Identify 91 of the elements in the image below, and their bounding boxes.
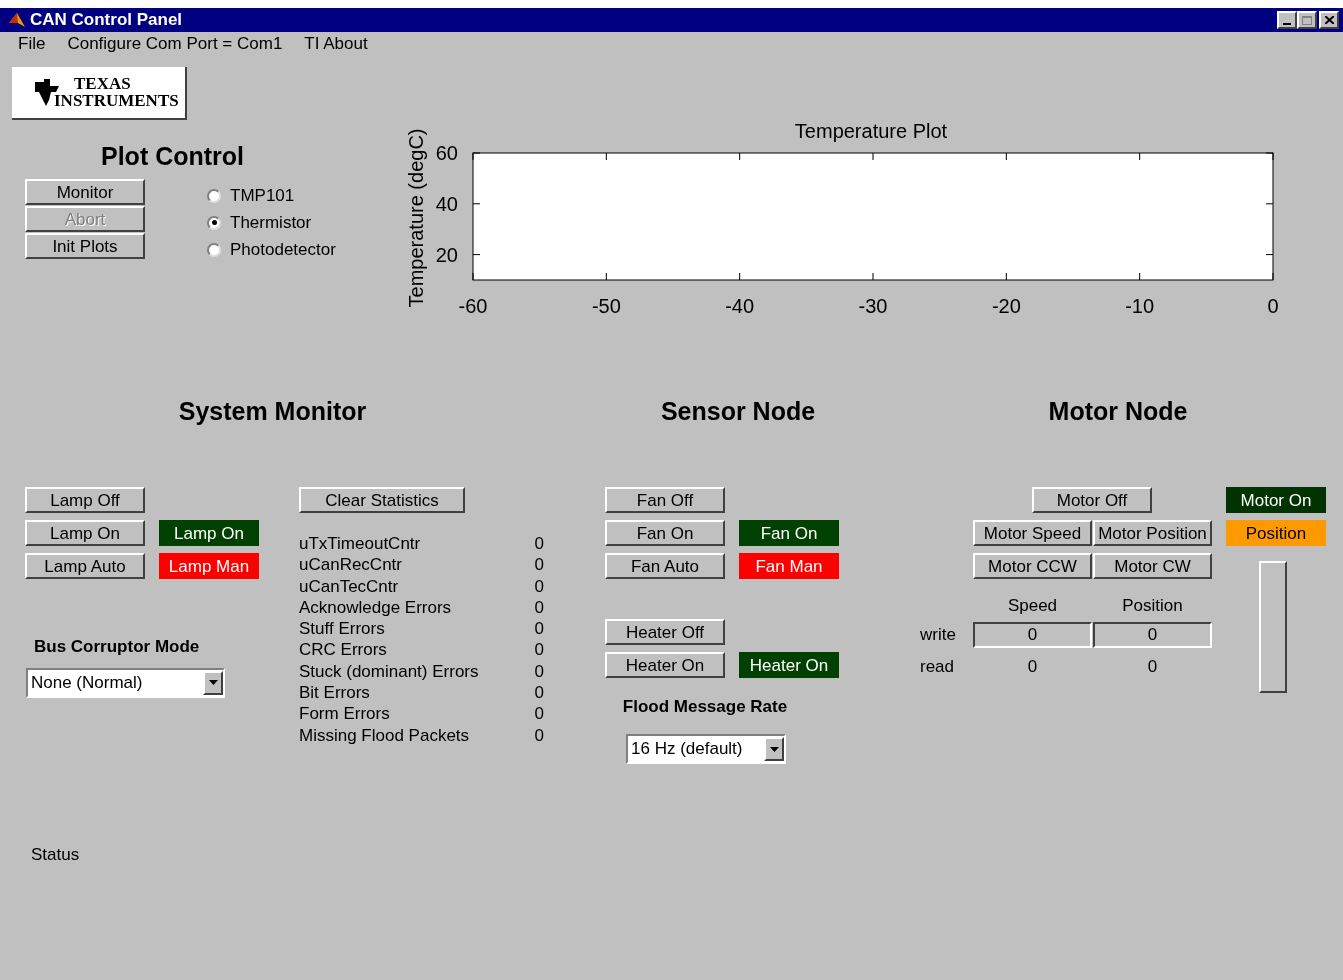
push-button[interactable]: Lamp On	[25, 520, 145, 546]
dropdown[interactable]: 16 Hz (default)	[626, 734, 786, 764]
push-button[interactable]: Lamp Auto	[25, 553, 145, 579]
stat-value: 0	[534, 575, 544, 598]
column-heading: Position	[1121, 595, 1184, 617]
push-button[interactable]: Motor CW	[1093, 553, 1212, 579]
status-indicator: Motor On	[1226, 487, 1326, 513]
input-field[interactable]: 0	[1093, 621, 1212, 648]
field-label: Bus Corruptor Mode	[34, 636, 201, 658]
close-button[interactable]	[1319, 11, 1339, 29]
radio-button[interactable]	[207, 242, 221, 257]
radio-button[interactable]	[207, 188, 221, 203]
stat-name: Stuck (dominant) Errors	[299, 660, 479, 683]
status-indicator: Lamp On	[159, 520, 259, 546]
section-heading: Plot Control	[100, 141, 245, 171]
stat-value: 0	[534, 682, 544, 704]
window-title: CAN Control Panel	[30, 9, 184, 32]
column-heading: Speed	[1006, 595, 1059, 617]
y-tick-label: 40	[435, 192, 458, 215]
chart-title: Temperature Plot	[794, 120, 948, 142]
menu-item[interactable]: File	[18, 31, 46, 57]
section-heading: Sensor Node	[659, 396, 817, 428]
menu-item[interactable]: Configure Com Port = Com1	[67, 31, 283, 57]
stat-name: Form Errors	[299, 703, 390, 726]
stat-name: Acknowledge Errors	[299, 596, 452, 619]
maximize-button[interactable]	[1297, 11, 1317, 29]
push-button[interactable]: Heater On	[605, 652, 725, 678]
status-text: Status	[31, 844, 81, 866]
stat-name: Bit Errors	[299, 682, 370, 704]
field-label: Flood Message Rate	[621, 696, 789, 717]
push-button[interactable]: Motor Speed	[973, 520, 1092, 546]
stat-value: 0	[534, 660, 544, 683]
status-indicator: Fan Man	[739, 553, 839, 579]
stat-value: 0	[534, 724, 544, 747]
x-tick-label: -40	[725, 295, 755, 317]
stat-name: CRC Errors	[299, 639, 387, 662]
push-button[interactable]: Fan On	[605, 520, 725, 546]
menu-item[interactable]: TI About	[304, 31, 368, 57]
stat-name: Stuff Errors	[299, 618, 385, 641]
status-indicator: Lamp Man	[159, 553, 259, 579]
stat-value: 0	[534, 703, 544, 726]
push-button[interactable]: Heater Off	[605, 619, 725, 645]
y-tick-label: 60	[435, 142, 458, 164]
x-tick-label: -20	[991, 295, 1021, 317]
readout-value: 0	[1026, 655, 1039, 678]
app-icon	[8, 11, 26, 29]
push-button[interactable]: Monitor	[25, 179, 145, 205]
status-indicator: Position	[1226, 520, 1326, 546]
maximize-icon	[1302, 15, 1312, 25]
section-heading: System Monitor	[177, 396, 368, 428]
radio-label: Thermistor	[230, 211, 312, 234]
minimize-icon	[1283, 23, 1291, 25]
stat-name: uCanRecCntr	[299, 554, 402, 577]
x-tick-label: -10	[1125, 295, 1155, 317]
x-tick-label: 0	[1267, 295, 1279, 317]
minimize-button[interactable]	[1277, 11, 1297, 29]
radio-label: Photodetector	[230, 238, 336, 261]
push-button[interactable]: Motor Off	[1032, 487, 1152, 513]
push-button[interactable]: Motor Position	[1093, 520, 1212, 546]
stat-value: 0	[534, 554, 544, 577]
close-icon	[1324, 16, 1334, 24]
y-axis-label: Temperature (degC)	[405, 128, 427, 308]
stat-value: 0	[534, 639, 544, 662]
push-button[interactable]: Init Plots	[25, 233, 145, 259]
x-tick-label: -50	[591, 295, 621, 317]
stat-value: 0	[534, 618, 544, 641]
status-indicator: Fan On	[739, 520, 839, 546]
stat-name: uCanTecCntr	[299, 575, 399, 598]
push-button[interactable]: Fan Auto	[605, 553, 725, 579]
readout-value: 0	[1146, 655, 1159, 678]
row-label: write	[919, 623, 957, 646]
y-tick-label: 20	[435, 243, 458, 266]
section-heading: Motor Node	[1047, 396, 1189, 428]
logo-text: INSTRUMENTS	[54, 92, 179, 109]
push-button[interactable]: Motor CCW	[973, 553, 1092, 579]
stat-name: Missing Flood Packets	[299, 724, 470, 747]
dropdown[interactable]: None (Normal)	[26, 667, 225, 698]
stat-name: uTxTimeoutCntr	[299, 532, 421, 555]
input-field[interactable]: 0	[973, 621, 1092, 648]
stat-value: 0	[534, 532, 544, 555]
stat-value: 0	[534, 596, 544, 619]
push-button[interactable]: Clear Statistics	[299, 487, 465, 513]
row-label: read	[919, 655, 956, 678]
x-tick-label: -60	[458, 295, 488, 317]
x-tick-label: -30	[858, 295, 888, 317]
status-indicator: Heater On	[739, 652, 839, 678]
logo-text: TEXAS	[73, 76, 132, 93]
push-button[interactable]: Fan Off	[605, 487, 725, 513]
push-button[interactable]: Lamp Off	[25, 487, 145, 513]
radio-button[interactable]	[207, 215, 221, 230]
radio-label: TMP101	[230, 184, 295, 207]
